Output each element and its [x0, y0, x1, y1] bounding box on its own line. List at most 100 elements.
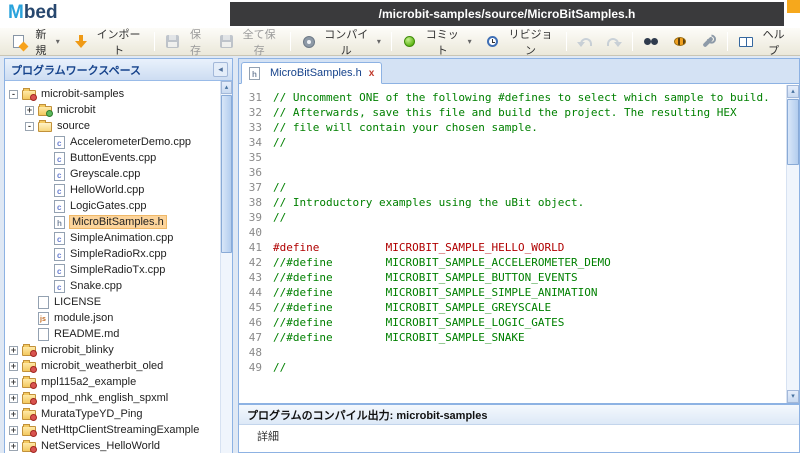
- compile-output-header: プログラムのコンパイル出力: microbit-samples: [239, 405, 799, 425]
- expand-icon[interactable]: +: [9, 362, 18, 371]
- tree-item[interactable]: +mpod_nhk_english_spxml: [5, 390, 220, 406]
- tree-item[interactable]: SimpleRadioRx.cpp: [5, 246, 220, 262]
- sidebar-header: プログラムワークスペース ◂: [5, 59, 232, 81]
- chevron-down-icon: ▾: [56, 37, 60, 46]
- save-button[interactable]: 保存: [159, 23, 211, 61]
- undo-button[interactable]: [571, 31, 599, 53]
- tree-item[interactable]: +microbit: [5, 102, 220, 118]
- tree-item[interactable]: module.json: [5, 310, 220, 326]
- find-button[interactable]: [637, 31, 665, 53]
- settings-button[interactable]: [695, 31, 723, 53]
- redo-button[interactable]: [600, 31, 628, 53]
- close-tab-icon[interactable]: x: [369, 68, 375, 79]
- expand-icon[interactable]: +: [9, 346, 18, 355]
- import-button-label: インポート: [93, 26, 145, 58]
- expand-icon[interactable]: +: [9, 410, 18, 419]
- revision-button-label: リビジョン: [505, 26, 557, 58]
- collapse-sidebar-button[interactable]: ◂: [213, 62, 228, 77]
- scrollbar-thumb[interactable]: [787, 99, 799, 165]
- code-text: //: [269, 135, 286, 150]
- expand-icon[interactable]: +: [9, 426, 18, 435]
- tree-item[interactable]: Greyscale.cpp: [5, 166, 220, 182]
- code-line: 31// Uncomment ONE of the following #def…: [239, 90, 799, 105]
- collapse-icon[interactable]: -: [25, 122, 34, 131]
- tree-item[interactable]: LICENSE: [5, 294, 220, 310]
- tree-item[interactable]: SimpleAnimation.cpp: [5, 230, 220, 246]
- tree-item[interactable]: +microbit_weatherbit_oled: [5, 358, 220, 374]
- redo-icon: [606, 34, 622, 50]
- code-text: // Uncomment ONE of the following #defin…: [269, 90, 770, 105]
- cpp-icon: [54, 152, 65, 165]
- save-icon: [165, 34, 181, 50]
- file-icon: [38, 296, 49, 309]
- line-number: 36: [239, 165, 269, 180]
- sidebar-scrollbar[interactable]: ▴: [220, 81, 232, 453]
- tab-microbitsamples-h[interactable]: MicroBitSamples.h x: [241, 62, 382, 84]
- save-all-button-label: 全て保存: [239, 26, 280, 58]
- expand-icon[interactable]: +: [9, 378, 18, 387]
- code-text: //#define MICROBIT_SAMPLE_SIMPLE_ANIMATI…: [269, 285, 598, 300]
- line-number: 46: [239, 315, 269, 330]
- code-text: //#define MICROBIT_SAMPLE_ACCELEROMETER_…: [269, 255, 611, 270]
- code-text: //: [269, 210, 286, 225]
- commit-icon: [402, 34, 418, 50]
- commit-button[interactable]: コミット ▾: [396, 23, 478, 61]
- chevron-down-icon: ▾: [377, 37, 381, 46]
- tree-item[interactable]: +microbit_blinky: [5, 342, 220, 358]
- expand-icon[interactable]: +: [9, 394, 18, 403]
- tree-item[interactable]: MicroBitSamples.h: [5, 214, 220, 230]
- toolbar-separator: [727, 32, 728, 51]
- program-icon: [22, 394, 36, 404]
- tree-item[interactable]: SimpleRadioTx.cpp: [5, 262, 220, 278]
- scroll-up-arrow[interactable]: ▴: [221, 81, 232, 94]
- tree-item-label: mpl115a2_example: [41, 376, 136, 388]
- commit-button-label: コミット: [422, 26, 463, 58]
- tree-item[interactable]: -source: [5, 118, 220, 134]
- new-button[interactable]: 新規 ▾: [5, 23, 66, 61]
- output-details-tab[interactable]: 詳細: [257, 428, 279, 444]
- format-button[interactable]: [666, 31, 694, 53]
- import-button[interactable]: インポート: [67, 23, 151, 61]
- tree-item[interactable]: + mpl115a2_example: [5, 374, 220, 390]
- line-number: 38: [239, 195, 269, 210]
- help-button[interactable]: ヘルプ: [732, 23, 795, 61]
- program-icon: [22, 346, 36, 356]
- tree-item[interactable]: +NetHttpClientStreamingExample: [5, 422, 220, 438]
- line-number: 45: [239, 300, 269, 315]
- cpp-icon: [54, 248, 65, 261]
- new-document-icon: [11, 34, 27, 50]
- revision-button[interactable]: リビジョン: [479, 23, 563, 61]
- tree-item[interactable]: LogicGates.cpp: [5, 198, 220, 214]
- code-line: 46//#define MICROBIT_SAMPLE_LOGIC_GATES: [239, 315, 799, 330]
- tree-item-label: MurataTypeYD_Ping: [41, 408, 143, 420]
- code-area: 31// Uncomment ONE of the following #def…: [239, 90, 799, 375]
- compile-output-panel: プログラムのコンパイル出力: microbit-samples 詳細: [238, 404, 800, 453]
- tree-item[interactable]: + NetServices_HelloWorld: [5, 438, 220, 453]
- scroll-up-arrow[interactable]: ▴: [787, 85, 799, 98]
- expand-icon[interactable]: +: [9, 442, 18, 451]
- line-number: 34: [239, 135, 269, 150]
- save-button-label: 保存: [185, 26, 205, 58]
- compile-button[interactable]: コンパイル ▾: [295, 23, 387, 61]
- tree-item-label: README.md: [54, 328, 119, 340]
- toolbar-separator: [566, 32, 567, 51]
- tree-item[interactable]: + MurataTypeYD_Ping: [5, 406, 220, 422]
- tree-item[interactable]: -microbit-samples: [5, 86, 220, 102]
- compile-output-toolbar: 詳細: [239, 425, 799, 447]
- corner-accent: [787, 0, 800, 13]
- editor-scrollbar[interactable]: ▴ ▾: [786, 85, 799, 403]
- tree-item[interactable]: HelloWorld.cpp: [5, 182, 220, 198]
- tree-item[interactable]: README.md: [5, 326, 220, 342]
- save-all-button[interactable]: 全て保存: [213, 23, 286, 61]
- tree-item[interactable]: ButtonEvents.cpp: [5, 150, 220, 166]
- code-editor[interactable]: 31// Uncomment ONE of the following #def…: [238, 84, 800, 404]
- scroll-down-arrow[interactable]: ▾: [787, 390, 799, 403]
- collapse-icon[interactable]: -: [9, 90, 18, 99]
- tree-item-label: NetServices_HelloWorld: [41, 440, 160, 452]
- scrollbar-thumb[interactable]: [221, 95, 232, 253]
- toolbar-separator: [290, 32, 291, 51]
- tree-item[interactable]: AccelerometerDemo.cpp: [5, 134, 220, 150]
- mbed-logo[interactable]: Mbed: [8, 2, 58, 24]
- tree-item[interactable]: Snake.cpp: [5, 278, 220, 294]
- expand-icon[interactable]: +: [25, 106, 34, 115]
